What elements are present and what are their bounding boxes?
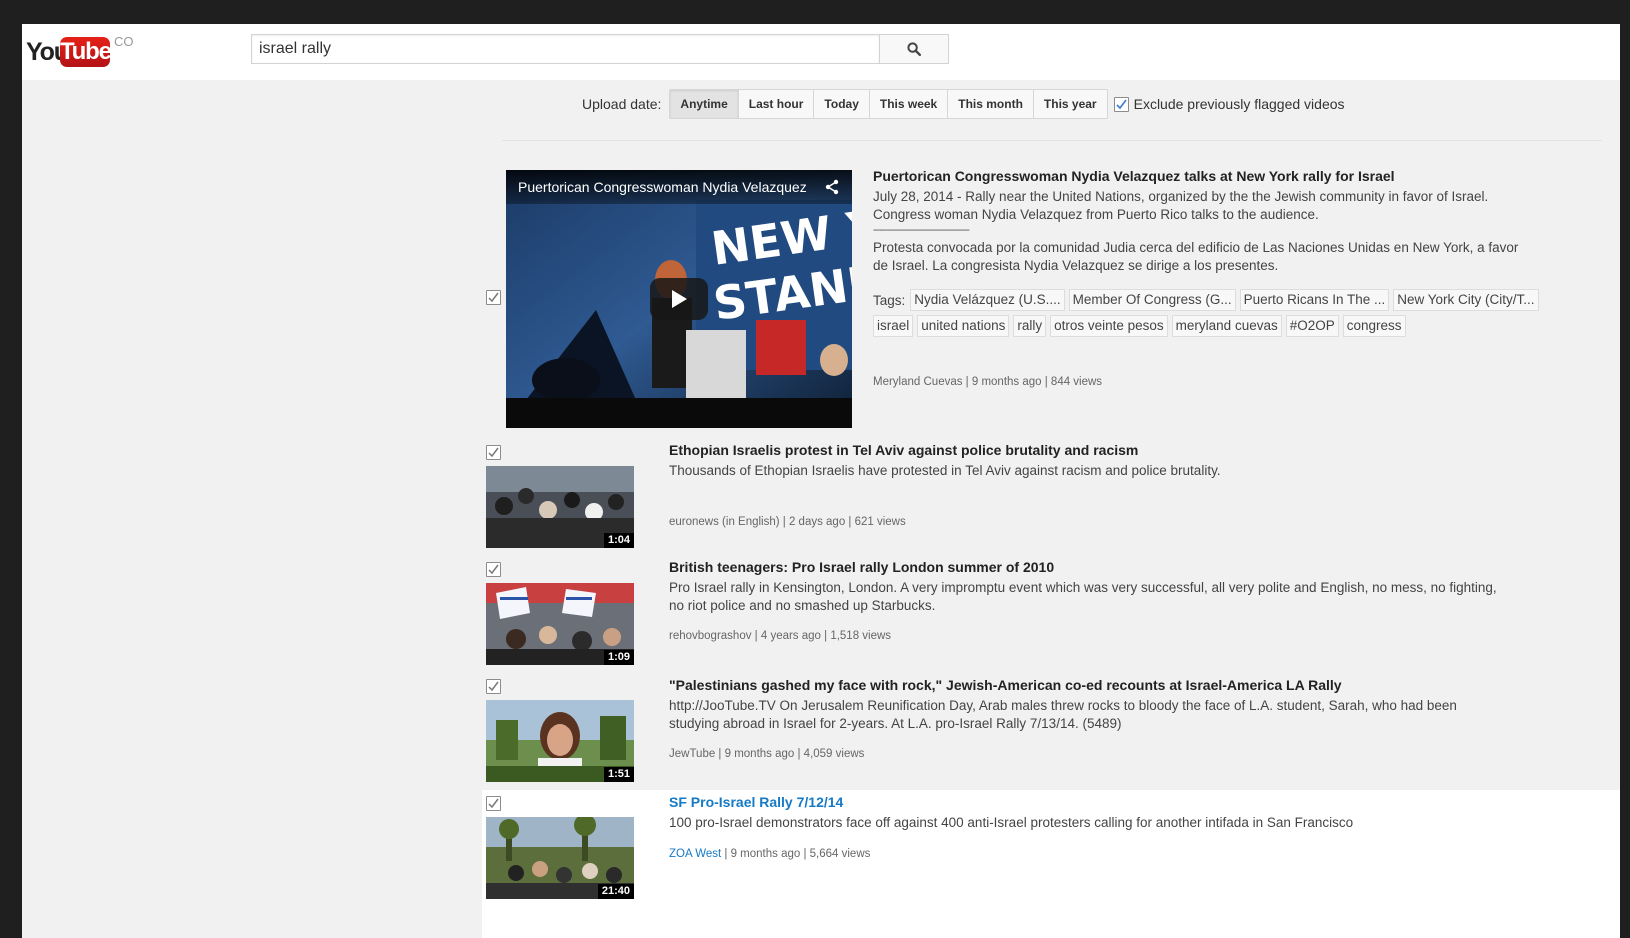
checkmark-icon bbox=[488, 681, 499, 692]
filter-this-year[interactable]: This year bbox=[1033, 89, 1108, 119]
video-thumbnail-3[interactable]: 1:09 bbox=[486, 583, 634, 665]
tag-item[interactable]: Member Of Congress (G... bbox=[1068, 289, 1236, 311]
description-separator: ------------------------------------ bbox=[873, 224, 970, 236]
checkmark-icon bbox=[488, 798, 499, 809]
logo-tube-text: Tube bbox=[60, 37, 112, 67]
video-duration: 1:04 bbox=[603, 533, 634, 548]
tag-item[interactable]: Puerto Ricans In The ... bbox=[1239, 289, 1390, 311]
filter-anytime[interactable]: Anytime bbox=[669, 89, 739, 119]
player-control-bar bbox=[506, 398, 852, 428]
result-description-4: http://JooTube.TV On Jerusalem Reunifica… bbox=[669, 698, 1457, 731]
tags-label: Tags: bbox=[873, 292, 906, 308]
result-meta-5: ZOA West | 9 months ago | 5,664 views bbox=[669, 848, 870, 860]
filter-this-week[interactable]: This week bbox=[869, 89, 949, 119]
tag-list: Tags: Nydia Velázquez (U.S.... Member Of… bbox=[873, 289, 1553, 337]
video-thumbnail-4[interactable]: 1:51 bbox=[486, 700, 634, 782]
checkmark-icon bbox=[488, 447, 499, 458]
result-title-2[interactable]: Ethopian Israelis protest in Tel Aviv ag… bbox=[669, 441, 1138, 459]
result-meta-2: euronews (in English) | 2 days ago | 621… bbox=[669, 516, 906, 528]
tag-item[interactable]: #O2OP bbox=[1285, 315, 1339, 337]
result-meta-3: rehovbograshov | 4 years ago | 1,518 vie… bbox=[669, 630, 892, 642]
filter-bar: Upload date: Anytime Last hour Today Thi… bbox=[582, 88, 1345, 120]
player-title: Puertorican Congresswoman Nydia Velazque… bbox=[506, 170, 852, 204]
upload-date-label: Upload date: bbox=[582, 96, 662, 112]
result-description-2: Thousands of Ethopian Israelis have prot… bbox=[669, 463, 1221, 478]
filter-last-hour[interactable]: Last hour bbox=[738, 89, 815, 119]
result-title-3[interactable]: British teenagers: Pro Israel rally Lond… bbox=[669, 558, 1054, 576]
tag-item[interactable]: rally bbox=[1013, 315, 1047, 337]
result-checkbox-1[interactable] bbox=[486, 290, 501, 305]
result-title-5[interactable]: SF Pro-Israel Rally 7/12/14 bbox=[669, 793, 843, 811]
result-highlight bbox=[482, 790, 1620, 938]
search-button[interactable] bbox=[879, 34, 949, 64]
masthead: You Tube CO bbox=[22, 24, 1620, 80]
video-duration: 1:51 bbox=[603, 767, 634, 782]
result-checkbox-5[interactable] bbox=[486, 796, 501, 811]
tag-item[interactable]: Nydia Velázquez (U.S.... bbox=[910, 289, 1065, 311]
checkmark-icon bbox=[488, 292, 499, 303]
search-box[interactable] bbox=[251, 34, 879, 64]
result-description-3: Pro Israel rally in Kensington, London. … bbox=[669, 580, 1497, 613]
filter-today[interactable]: Today bbox=[814, 89, 870, 119]
play-button[interactable] bbox=[650, 278, 708, 320]
tag-item[interactable]: meryland cuevas bbox=[1171, 315, 1282, 337]
search-input[interactable] bbox=[252, 35, 879, 63]
result-title-1[interactable]: Puertorican Congresswoman Nydia Velazque… bbox=[873, 167, 1395, 185]
channel-link[interactable]: ZOA West bbox=[669, 848, 721, 860]
tag-item[interactable]: israel bbox=[873, 315, 914, 337]
filter-this-month[interactable]: This month bbox=[948, 89, 1034, 119]
result-description-1: July 28, 2014 - Rally near the United Na… bbox=[873, 189, 1489, 222]
exclude-flagged-checkbox[interactable] bbox=[1113, 96, 1129, 112]
video-duration: 21:40 bbox=[597, 884, 634, 899]
result-meta-1: Meryland Cuevas | 9 months ago | 844 vie… bbox=[873, 376, 1103, 388]
result-checkbox-3[interactable] bbox=[486, 562, 501, 577]
exclude-flagged-option[interactable]: Exclude previously flagged videos bbox=[1113, 96, 1345, 112]
tag-item[interactable]: otros veinte pesos bbox=[1050, 315, 1168, 337]
result-checkbox-4[interactable] bbox=[486, 679, 501, 694]
divider bbox=[502, 140, 1602, 141]
browser-window: You Tube CO Upload date: Anytime Last ho… bbox=[22, 24, 1620, 938]
video-duration: 1:09 bbox=[603, 650, 634, 665]
tag-item[interactable]: united nations bbox=[917, 315, 1010, 337]
result-checkbox-2[interactable] bbox=[486, 445, 501, 460]
checkmark-icon bbox=[1116, 99, 1127, 109]
video-player[interactable]: NEW YO STANDS Puertorican Congresswoman … bbox=[506, 170, 852, 428]
play-icon bbox=[672, 290, 687, 308]
meta-rest: | 9 months ago | 5,664 views bbox=[721, 848, 871, 860]
logo-country-code: CO bbox=[114, 34, 134, 49]
share-icon[interactable] bbox=[824, 179, 840, 195]
checkmark-icon bbox=[488, 564, 499, 575]
result-description-5: 100 pro-Israel demonstrators face off ag… bbox=[669, 815, 1354, 830]
tag-item[interactable]: New York City (City/T... bbox=[1393, 289, 1539, 311]
video-thumbnail-5[interactable]: 21:40 bbox=[486, 817, 634, 899]
result-meta-4: JewTube | 9 months ago | 4,059 views bbox=[669, 748, 865, 760]
exclude-flagged-label: Exclude previously flagged videos bbox=[1133, 96, 1345, 112]
result-title-4[interactable]: "Palestinians gashed my face with rock,"… bbox=[669, 676, 1342, 694]
search-icon bbox=[907, 42, 921, 56]
video-thumbnail-2[interactable]: 1:04 bbox=[486, 466, 634, 548]
result-description-1b: Protesta convocada por la comunidad Judi… bbox=[873, 240, 1519, 273]
tag-item[interactable]: congress bbox=[1342, 315, 1406, 337]
